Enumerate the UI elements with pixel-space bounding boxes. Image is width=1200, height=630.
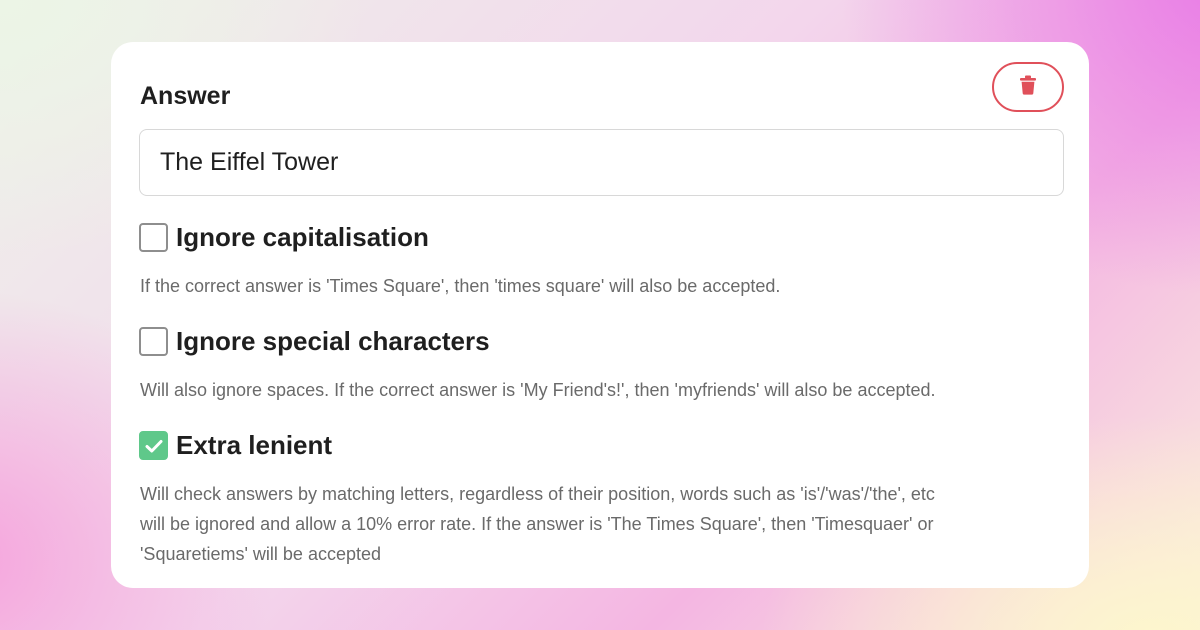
option-label: Extra lenient [176, 430, 333, 460]
option-ignore-special-characters[interactable]: Ignore special characters [139, 326, 490, 357]
extra-lenient-checkbox[interactable] [139, 431, 168, 460]
trash-icon [1019, 75, 1037, 100]
option-label: Ignore capitalisation [176, 222, 429, 252]
ignore-capitalisation-checkbox[interactable] [139, 223, 168, 252]
option-description: Will also ignore spaces. If the correct … [140, 380, 936, 400]
option-extra-lenient[interactable]: Extra lenient [139, 430, 332, 461]
option-description: Will check answers by matching letters, … [140, 479, 1060, 569]
option-ignore-capitalisation[interactable]: Ignore capitalisation [139, 222, 429, 253]
description-line: 'Squaretiems' will be accepted [140, 544, 381, 564]
answer-title: Answer [140, 82, 231, 110]
ignore-special-characters-checkbox[interactable] [139, 327, 168, 356]
description-line: Will check answers by matching letters, … [140, 484, 935, 504]
answer-input[interactable] [139, 129, 1064, 196]
checkmark-icon [145, 439, 162, 452]
option-label: Ignore special characters [176, 326, 490, 356]
answer-card: Answer Ignore capitalisation If the corr… [111, 42, 1089, 588]
option-description: If the correct answer is 'Times Square',… [140, 276, 781, 296]
description-line: will be ignored and allow a 10% error ra… [140, 514, 934, 534]
delete-answer-button[interactable] [992, 62, 1064, 112]
